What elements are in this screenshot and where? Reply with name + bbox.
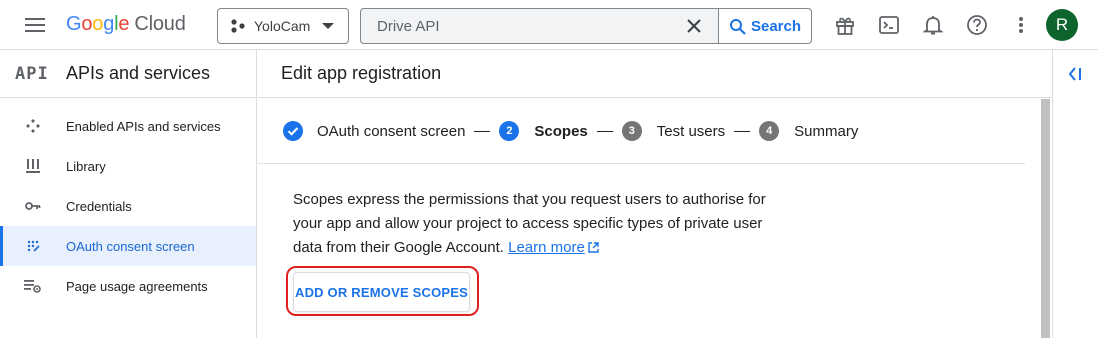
key-icon	[0, 201, 66, 211]
sidebar-item-page-usage[interactable]: Page usage agreements	[0, 266, 256, 306]
sidebar: API APIs and services Enabled APIs and s…	[0, 50, 257, 338]
stepper: OAuth consent screen 2 Scopes 3 Test use…	[283, 113, 1028, 149]
step-divider	[734, 130, 751, 132]
sidebar-item-label: Library	[66, 158, 106, 174]
step-label: Test users	[656, 122, 726, 140]
search-button[interactable]: Search	[718, 9, 811, 43]
step-number: 4	[759, 121, 780, 141]
sidebar-item-label: Page usage agreements	[66, 278, 208, 294]
check-circle-icon	[283, 121, 303, 141]
project-name: YoloCam	[254, 18, 311, 34]
clear-search-icon[interactable]	[670, 9, 718, 43]
avatar[interactable]: R	[1046, 9, 1078, 41]
step-number: 2	[499, 121, 520, 141]
sidebar-title: APIs and services	[66, 63, 211, 83]
sidebar-item-label: OAuth consent screen	[66, 238, 195, 254]
sidebar-item-label: Enabled APIs and services	[66, 118, 221, 134]
step-scopes[interactable]: 2 Scopes	[499, 121, 588, 141]
scopes-description: Scopes express the permissions that you …	[293, 188, 783, 261]
collapse-panel-icon[interactable]	[1065, 64, 1085, 84]
more-options-icon[interactable]	[1009, 13, 1033, 37]
search-input[interactable]: Drive API	[361, 9, 670, 43]
cloud-shell-icon[interactable]	[877, 13, 901, 37]
page-title: Edit app registration	[258, 50, 1052, 98]
right-rail	[1052, 50, 1098, 338]
sidebar-header: API APIs and services	[0, 50, 256, 98]
gift-icon[interactable]	[833, 13, 857, 37]
library-icon	[0, 159, 66, 173]
project-icon	[231, 19, 245, 33]
step-oauth-consent[interactable]: OAuth consent screen	[283, 121, 465, 141]
step-summary[interactable]: 4 Summary	[759, 121, 858, 141]
oauth-consent-icon	[0, 239, 66, 253]
api-logo: API	[15, 63, 49, 84]
search-button-label: Search	[750, 17, 802, 35]
step-label: OAuth consent screen	[317, 122, 466, 140]
scrollbar-thumb[interactable]	[1041, 99, 1050, 338]
sidebar-item-enabled-apis[interactable]: Enabled APIs and services	[0, 106, 256, 146]
chevron-down-icon	[322, 23, 334, 29]
sidebar-item-library[interactable]: Library	[0, 146, 256, 186]
step-label: Summary	[794, 122, 859, 140]
main-menu-icon[interactable]	[22, 13, 48, 37]
main-content: Edit app registration OAuth consent scre…	[258, 50, 1052, 338]
step-number: 3	[621, 121, 642, 141]
step-test-users[interactable]: 3 Test users	[621, 121, 726, 141]
enabled-apis-icon	[0, 118, 66, 134]
sidebar-item-credentials[interactable]: Credentials	[0, 186, 256, 226]
add-or-remove-scopes-button[interactable]: ADD OR REMOVE SCOPES	[293, 272, 470, 312]
search-icon	[729, 18, 746, 35]
divider	[258, 163, 1025, 164]
step-divider	[474, 130, 491, 132]
top-bar: Google Cloud YoloCam Drive API Search R	[0, 0, 1098, 50]
notifications-icon[interactable]	[921, 13, 945, 37]
help-icon[interactable]	[965, 13, 989, 37]
project-picker[interactable]: YoloCam	[217, 8, 349, 44]
page-usage-icon	[0, 279, 66, 293]
step-divider	[596, 130, 613, 132]
search-bar: Drive API Search	[360, 8, 812, 44]
sidebar-item-label: Credentials	[66, 198, 132, 214]
learn-more-link[interactable]: Learn more	[508, 239, 585, 256]
external-link-icon	[588, 237, 599, 261]
google-cloud-logo[interactable]: Google Cloud	[66, 13, 186, 36]
sidebar-item-oauth-consent[interactable]: OAuth consent screen	[0, 226, 256, 266]
step-label: Scopes	[534, 122, 588, 140]
